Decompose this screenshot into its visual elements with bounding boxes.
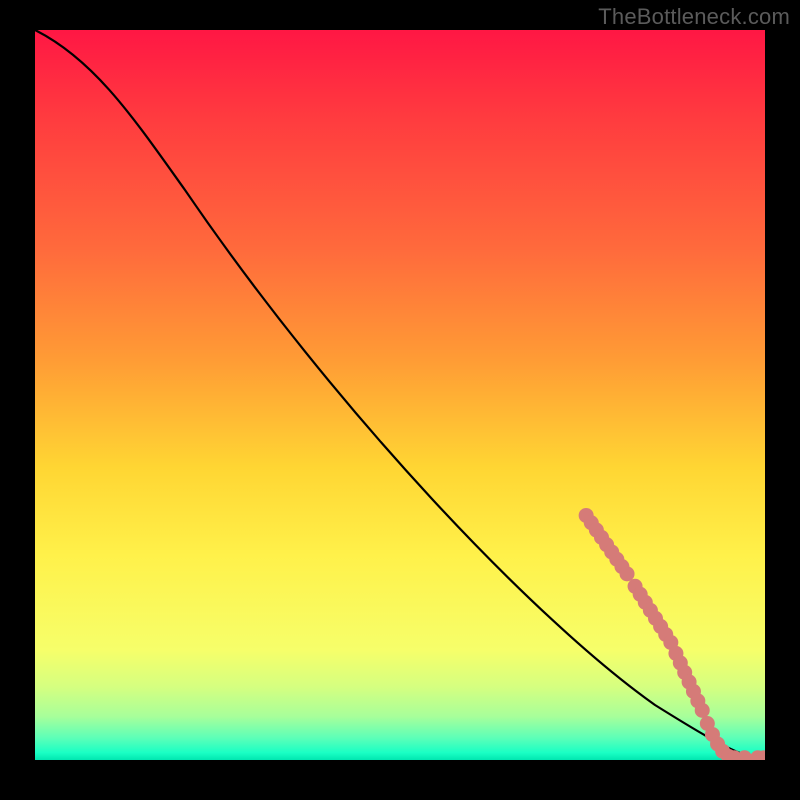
data-point: [695, 703, 710, 718]
watermark-text: TheBottleneck.com: [598, 4, 790, 30]
chart-svg: [35, 30, 765, 760]
data-point: [620, 566, 635, 581]
gradient-background: [35, 30, 765, 760]
plot-area: [35, 30, 765, 760]
chart-frame: TheBottleneck.com: [0, 0, 800, 800]
